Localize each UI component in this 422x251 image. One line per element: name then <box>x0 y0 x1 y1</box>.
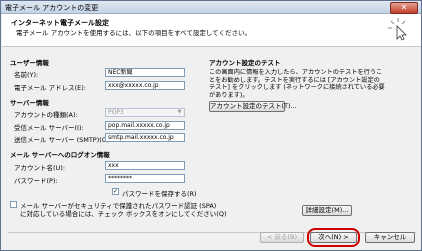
name-label: 名前(Y): <box>14 71 39 79</box>
title-bar: 電子メール アカウントの変更 ✕ <box>1 1 421 14</box>
chevron-down-icon: ▼ <box>177 109 182 115</box>
outgoing-server-label: 送信メール サーバー (SMTP)(O): <box>14 136 112 144</box>
remember-password-checkbox[interactable]: ✓ <box>112 188 119 195</box>
back-button: < 戻る(B) <box>260 232 304 243</box>
account-type-select: POP3 ▼ <box>105 108 185 117</box>
mouse-pointer-icon <box>388 18 407 41</box>
test-account-settings-button[interactable]: アカウント設定のテスト(T)... <box>209 101 297 112</box>
account-name-field[interactable]: xxx <box>105 161 185 170</box>
email-field[interactable]: xxx@xxxxx.co.jp <box>105 81 185 90</box>
account-name-label: アカウント名(U): <box>14 164 66 172</box>
password-label: パスワード(P): <box>14 177 58 185</box>
window-title: 電子メール アカウントの変更 <box>5 4 99 12</box>
account-test-description: この画面内に情報を入力したら、アカウントのテストを行うことをお勧めします。テスト… <box>209 69 385 99</box>
account-type-value: POP3 <box>108 109 124 116</box>
next-button-highlight <box>307 228 360 247</box>
logon-info-heading: メール サーバーへのログオン情報 <box>10 151 110 159</box>
incoming-server-field[interactable]: pop.mail.xxxxx.co.jp <box>105 121 185 130</box>
user-info-heading: ユーザー情報 <box>10 59 49 67</box>
account-change-dialog: 電子メール アカウントの変更 ✕ インターネット電子メール設定 電子メール アカ… <box>0 0 422 251</box>
header-subtitle: 電子メール アカウントを使用するには、以下の項目をすべて設定してください。 <box>16 29 251 37</box>
incoming-server-label: 受信メール サーバー(I): <box>14 124 84 132</box>
account-test-heading: アカウント設定のテスト <box>209 59 281 67</box>
spa-checkbox[interactable] <box>10 201 17 208</box>
spa-label-line2: に対応している場合には、チェック ボックスをオンにしてください(Q) <box>20 210 227 218</box>
remember-password-label: パスワードを保存する(R) <box>122 190 197 198</box>
cancel-button[interactable]: キャンセル <box>365 232 415 243</box>
dialog-header: インターネット電子メール設定 電子メール アカウントを使用するには、以下の項目を… <box>2 14 421 47</box>
account-type-label: アカウントの種類(A): <box>14 111 78 119</box>
more-settings-button[interactable]: 詳細設定(M)... <box>302 205 352 216</box>
server-info-heading: サーバー情報 <box>10 99 49 107</box>
email-label: 電子メール アドレス(E): <box>14 84 86 92</box>
outgoing-server-field[interactable]: smtp.mail.xxxxx.co.jp <box>105 133 185 142</box>
password-field[interactable]: ******** <box>105 174 185 183</box>
close-button[interactable]: ✕ <box>390 2 418 14</box>
name-field[interactable]: NEC新聞 <box>105 68 185 77</box>
